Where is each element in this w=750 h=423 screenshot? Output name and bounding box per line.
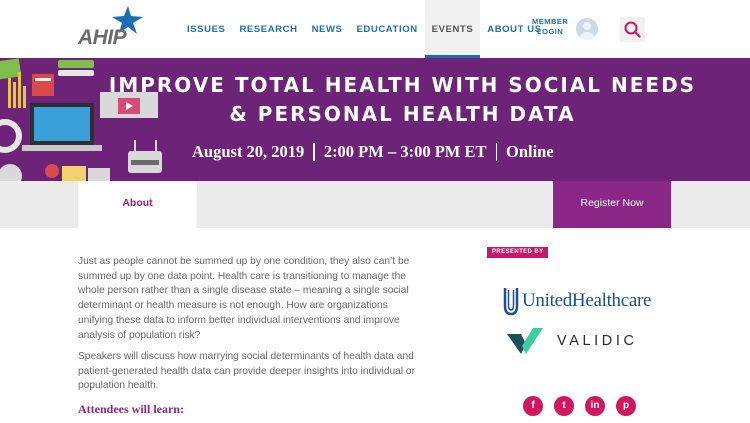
sponsor-validic: VALIDIC [557,333,638,349]
twitter-icon[interactable]: t [554,396,574,416]
tab-about[interactable]: About [78,181,197,228]
nav-item-research[interactable]: RESEARCH [232,0,304,58]
search-icon [624,21,641,38]
member-login-line1: MEMBER [532,17,569,26]
event-description-paragraph: Speakers will discuss how marrying socia… [78,351,415,392]
nav-item-news[interactable]: NEWS [305,0,350,58]
linkedin-icon[interactable]: in [585,396,605,416]
main-nav: ISSUES RESEARCH NEWS EDUCATION EVENTS AB… [180,0,549,58]
logo-text: AHIP [78,26,127,49]
sponsor-unitedhealthcare: UnitedHealthcare [522,290,652,311]
event-title-line1: IMPROVE TOTAL HEALTH WITH SOCIAL NEEDS [108,73,697,97]
validic-mark-icon [507,328,543,354]
search-button[interactable] [620,17,645,42]
ahip-logo[interactable]: AHIP [78,6,158,49]
meta-divider [313,143,315,161]
event-date: August 20, 2019 [192,142,305,161]
event-hero-banner: IMPROVE TOTAL HEALTH WITH SOCIAL NEEDS &… [0,58,750,181]
social-share-bar: f t in p [523,396,647,416]
facebook-icon[interactable]: f [523,396,543,416]
event-meta: August 20, 2019 2:00 PM – 3:00 PM ET Onl… [192,142,554,162]
unitedhealthcare-logo[interactable]: UnitedHealthcare [503,285,651,317]
event-title-line2: & PERSONAL HEALTH DATA [229,102,576,126]
nav-item-events[interactable]: EVENTS [424,0,481,58]
event-time: 2:00 PM – 3:00 PM ET [323,142,487,161]
user-avatar-icon[interactable] [576,18,598,40]
event-description-paragraph: Just as people cannot be summed up by on… [78,256,410,341]
validic-logo[interactable]: VALIDIC [507,327,638,355]
nav-item-issues[interactable]: ISSUES [180,0,232,58]
presented-by-badge: PRESENTED BY [487,247,549,258]
unitedhealthcare-u-icon [503,288,519,316]
register-now-button[interactable]: Register Now [553,181,671,228]
member-login-link[interactable]: MEMBER LOGIN [532,17,568,37]
attendees-will-learn-heading: Attendees will learn: [78,402,184,416]
meta-divider [495,143,497,161]
site-header: AHIP ISSUES RESEARCH NEWS EDUCATION EVEN… [0,0,750,58]
event-tab-bar: About Register Now [0,181,750,228]
pinterest-icon[interactable]: p [616,396,636,416]
event-title: IMPROVE TOTAL HEALTH WITH SOCIAL NEEDS &… [80,71,725,129]
nav-item-education[interactable]: EDUCATION [349,0,424,58]
event-location: Online [506,142,554,161]
member-login-line2: LOGIN [537,27,564,36]
